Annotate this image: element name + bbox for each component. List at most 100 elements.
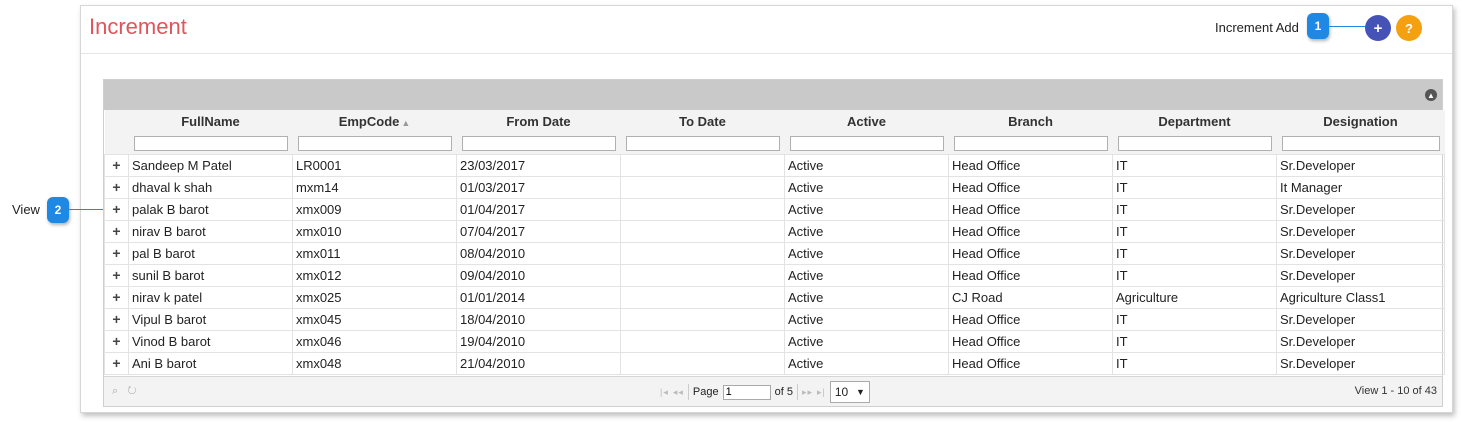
cell-department: IT — [1112, 329, 1277, 353]
column-header-active[interactable]: Active — [784, 110, 949, 132]
prev-page-icon[interactable]: ◂◂ — [673, 387, 684, 398]
expand-row-icon[interactable]: + — [104, 153, 129, 177]
table-row[interactable]: + Sandeep M Patel LR0001 23/03/2017 Active He… — [104, 153, 1445, 177]
column-header-department[interactable]: Department — [1112, 110, 1277, 132]
cell-branch: Head Office — [948, 197, 1113, 221]
cell-department: IT — [1112, 197, 1277, 221]
cell-branch: Head Office — [948, 241, 1113, 265]
cell-designation: Agriculture Class1 — [1276, 285, 1445, 309]
cell-to-date — [620, 307, 785, 331]
cell-fullname: sunil B barot — [128, 263, 293, 287]
table-row[interactable]: + Vipul B barot xmx045 18/04/2010 Active Head… — [104, 307, 1445, 331]
column-header-designation[interactable]: Designation — [1276, 110, 1445, 132]
pager: ⌕ ↻ |◂ ◂◂ Page of 5 ▸▸ ▸| 10 ▼ View 1 - … — [104, 376, 1442, 406]
table-row[interactable]: + palak B barot xmx009 01/04/2017 Active Head… — [104, 197, 1445, 221]
cell-branch: Head Office — [948, 351, 1113, 375]
cell-to-date — [620, 175, 785, 199]
cell-active: Active — [784, 175, 949, 199]
cell-branch: Head Office — [948, 307, 1113, 331]
expand-row-icon[interactable]: + — [104, 307, 129, 331]
help-button[interactable]: ? — [1396, 15, 1422, 41]
filter-fullname-input[interactable] — [133, 136, 288, 151]
cell-department: IT — [1112, 241, 1277, 265]
add-button[interactable]: + — [1365, 15, 1391, 41]
cell-empcode: xmx045 — [292, 307, 457, 331]
callout-label-view: View — [12, 202, 40, 217]
cell-to-date — [620, 153, 785, 177]
page-size-value: 10 — [834, 385, 849, 399]
column-header-empcode[interactable]: EmpCode ▲ — [292, 110, 457, 132]
search-icon[interactable]: ⌕ — [112, 385, 118, 397]
cell-empcode: xmx009 — [292, 197, 457, 221]
help-icon: ? — [1405, 20, 1413, 36]
first-page-icon[interactable]: |◂ — [660, 387, 669, 398]
cell-to-date — [620, 351, 785, 375]
cell-designation: Sr.Developer — [1276, 263, 1445, 287]
cell-department: IT — [1112, 263, 1277, 287]
page-label: Page — [692, 386, 719, 398]
table-row[interactable]: + sunil B barot xmx012 09/04/2010 Active Head… — [104, 263, 1445, 287]
cell-active: Active — [784, 263, 949, 287]
cell-branch: Head Office — [948, 329, 1113, 353]
cell-to-date — [620, 241, 785, 265]
page-input[interactable] — [722, 384, 771, 400]
cell-designation: Sr.Developer — [1276, 219, 1445, 243]
expand-row-icon[interactable]: + — [104, 285, 129, 309]
cell-active: Active — [784, 329, 949, 353]
cell-to-date — [620, 329, 785, 353]
cell-to-date — [620, 285, 785, 309]
cell-active: Active — [784, 351, 949, 375]
page-size-select[interactable]: 10 ▼ — [829, 381, 870, 403]
cell-designation: Sr.Developer — [1276, 329, 1445, 353]
filter-active-input[interactable] — [789, 136, 944, 151]
cell-to-date — [620, 197, 785, 221]
filter-from-date-input[interactable] — [461, 136, 616, 151]
cell-branch: CJ Road — [948, 285, 1113, 309]
expand-row-icon[interactable]: + — [104, 175, 129, 199]
filter-department-input[interactable] — [1117, 136, 1272, 151]
last-page-icon[interactable]: ▸| — [817, 387, 826, 398]
column-header-fullname[interactable]: FullName — [128, 110, 293, 132]
cell-designation: Sr.Developer — [1276, 351, 1445, 375]
view-count: View 1 - 10 of 43 — [1354, 385, 1437, 397]
cell-active: Active — [784, 153, 949, 177]
table-row[interactable]: + Vinod B barot xmx046 19/04/2010 Active Head… — [104, 329, 1445, 353]
expand-row-icon[interactable]: + — [104, 219, 129, 243]
column-header-from-date[interactable]: From Date — [456, 110, 621, 132]
pager-separator — [796, 384, 798, 400]
cell-department: Agriculture — [1112, 285, 1277, 309]
cell-from-date: 09/04/2010 — [456, 263, 621, 287]
cell-department: IT — [1112, 351, 1277, 375]
table-row[interactable]: + Ani B barot xmx048 21/04/2010 Active Head O… — [104, 351, 1445, 375]
table-row[interactable]: + nirav B barot xmx010 07/04/2017 Active Head… — [104, 219, 1445, 243]
next-page-icon[interactable]: ▸▸ — [802, 387, 813, 398]
expand-row-icon[interactable]: + — [104, 263, 129, 287]
expand-row-icon[interactable]: + — [104, 329, 129, 353]
table-row[interactable]: + dhaval k shah mxm14 01/03/2017 Active Head … — [104, 175, 1445, 199]
cell-empcode: LR0001 — [292, 153, 457, 177]
filter-to-date-input[interactable] — [625, 136, 780, 151]
cell-empcode: mxm14 — [292, 175, 457, 199]
grid-body: + Sandeep M Patel LR0001 23/03/2017 Active He… — [104, 153, 1445, 375]
table-row[interactable]: + pal B barot xmx011 08/04/2010 Active Head O… — [104, 241, 1445, 265]
table-row[interactable]: + nirav k patel xmx025 01/01/2014 Active CJ R… — [104, 285, 1445, 309]
column-header-branch[interactable]: Branch — [948, 110, 1113, 132]
page-total-label: of 5 — [774, 386, 793, 398]
column-header-to-date[interactable]: To Date — [620, 110, 785, 132]
filter-branch-input[interactable] — [953, 136, 1108, 151]
cell-from-date: 19/04/2010 — [456, 329, 621, 353]
cell-from-date: 08/04/2010 — [456, 241, 621, 265]
filter-spacer — [104, 132, 129, 154]
page-title: Increment — [89, 14, 187, 39]
filter-empcode-input[interactable] — [297, 136, 452, 151]
collapse-icon[interactable]: ▲ — [1425, 89, 1437, 101]
refresh-icon[interactable]: ↻ — [127, 385, 136, 397]
cell-fullname: Ani B barot — [128, 351, 293, 375]
cell-to-date — [620, 263, 785, 287]
cell-fullname: dhaval k shah — [128, 175, 293, 199]
cell-from-date: 01/03/2017 — [456, 175, 621, 199]
filter-designation-input[interactable] — [1281, 136, 1440, 151]
expand-row-icon[interactable]: + — [104, 351, 129, 375]
expand-row-icon[interactable]: + — [104, 241, 129, 265]
expand-row-icon[interactable]: + — [104, 197, 129, 221]
